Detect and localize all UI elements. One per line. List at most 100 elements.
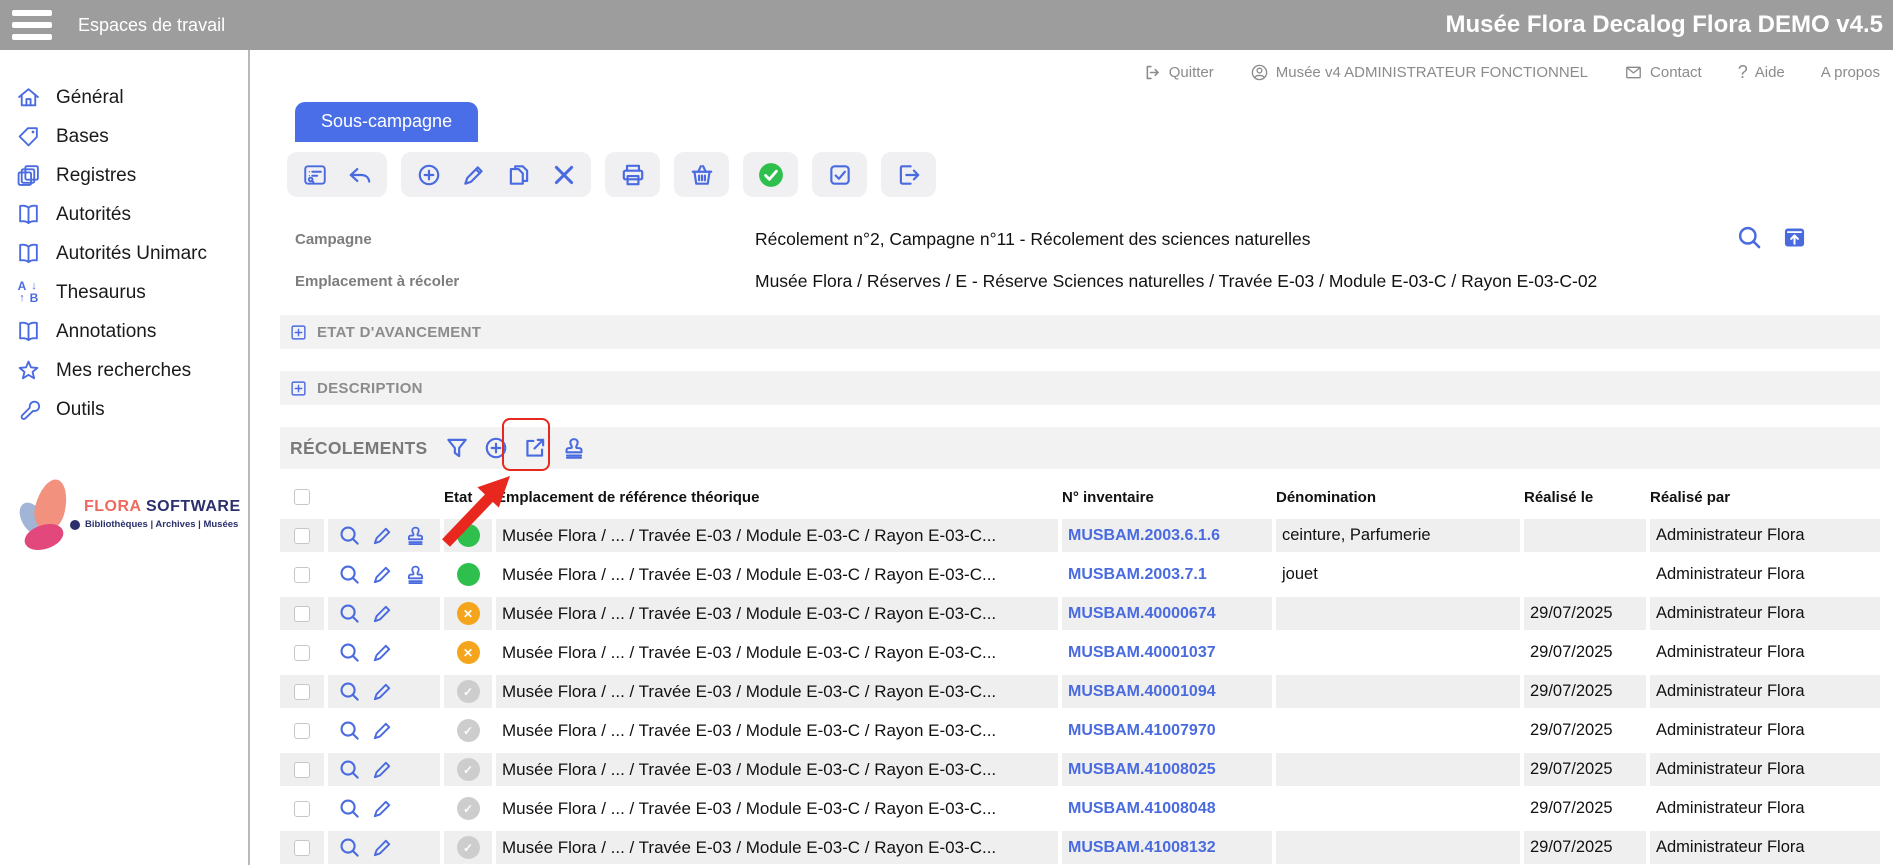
row-search-icon[interactable]: [338, 719, 361, 742]
open-window-button[interactable]: [1781, 224, 1808, 251]
emplacement-cell: Musée Flora / ... / Travée E-03 / Module…: [496, 558, 1058, 591]
table-row: ✓ Musée Flora / ... / Travée E-03 / Modu…: [280, 753, 1880, 786]
undo-button[interactable]: [346, 161, 373, 188]
table-body: Musée Flora / ... / Travée E-03 / Module…: [280, 519, 1880, 864]
open-book-icon: [16, 241, 41, 266]
emplacement-value: Musée Flora / Réserves / E - Réserve Sci…: [755, 271, 1597, 292]
sidebar-item-autorites[interactable]: Autorités: [16, 195, 248, 234]
row-search-icon[interactable]: [338, 563, 361, 586]
row-stamp-icon[interactable]: [404, 563, 427, 586]
row-search-icon[interactable]: [338, 836, 361, 859]
row-edit-icon[interactable]: [371, 602, 394, 625]
row-checkbox[interactable]: [294, 645, 310, 661]
row-stamp-icon[interactable]: [404, 524, 427, 547]
inventory-link[interactable]: MUSBAM.2003.7.1: [1068, 566, 1207, 584]
delete-button[interactable]: [550, 161, 577, 188]
sidebar-item-registres[interactable]: Registres: [16, 156, 248, 195]
row-edit-icon[interactable]: [371, 641, 394, 664]
external-link-button[interactable]: [521, 435, 548, 462]
row-checkbox[interactable]: [294, 528, 310, 544]
row-checkbox[interactable]: [294, 801, 310, 817]
validate-button[interactable]: [757, 161, 784, 188]
inventory-link[interactable]: MUSBAM.40001037: [1068, 644, 1216, 662]
inventory-link[interactable]: MUSBAM.2003.6.1.6: [1068, 527, 1220, 545]
table-row: ✓ Musée Flora / ... / Travée E-03 / Modu…: [280, 831, 1880, 864]
workspace-label: Espaces de travail: [78, 15, 225, 36]
filter-button[interactable]: [443, 435, 470, 462]
sidebar-item-bases[interactable]: Bases: [16, 117, 248, 156]
emplacement-cell: Musée Flora / ... / Travée E-03 / Module…: [496, 675, 1058, 708]
quitter-link[interactable]: Quitter: [1143, 63, 1214, 82]
status-icon: ✓: [457, 680, 480, 703]
hamburger-menu-icon[interactable]: [12, 10, 56, 40]
apropos-link[interactable]: A propos: [1821, 64, 1880, 81]
tag-icon: [16, 124, 41, 149]
user-account-link[interactable]: Musée v4 ADMINISTRATEUR FONCTIONNEL: [1250, 63, 1588, 82]
inventory-link[interactable]: MUSBAM.40001094: [1068, 683, 1216, 701]
add-recolement-button[interactable]: [482, 435, 509, 462]
table-row: ✕ Musée Flora / ... / Travée E-03 / Modu…: [280, 636, 1880, 669]
sidebar-item-mes-recherches[interactable]: Mes recherches: [16, 351, 248, 390]
row-checkbox[interactable]: [294, 840, 310, 856]
sidebar-item-thesaurus[interactable]: A↓↑B Thesaurus: [16, 273, 248, 312]
row-checkbox[interactable]: [294, 723, 310, 739]
export-button[interactable]: [895, 161, 922, 188]
recolements-title: RÉCOLEMENTS: [290, 438, 427, 459]
tab-sous-campagne[interactable]: Sous-campagne: [295, 102, 478, 142]
section-etat-avancement[interactable]: ETAT D'AVANCEMENT: [280, 315, 1880, 349]
table-header-row: Etat Emplacement de référence théorique …: [280, 481, 1880, 513]
row-edit-icon[interactable]: [371, 524, 394, 547]
row-search-icon[interactable]: [338, 797, 361, 820]
inventory-link[interactable]: MUSBAM.41008048: [1068, 800, 1216, 818]
inventory-link[interactable]: MUSBAM.40000674: [1068, 605, 1216, 623]
sidebar-item-outils[interactable]: Outils: [16, 390, 248, 429]
edit-button[interactable]: [460, 161, 487, 188]
print-button[interactable]: [619, 161, 646, 188]
app-title: Musée Flora Decalog Flora DEMO v4.5: [1446, 11, 1883, 39]
sidebar-item-annotations[interactable]: Annotations: [16, 312, 248, 351]
search-campagne-button[interactable]: [1736, 224, 1763, 251]
row-edit-icon[interactable]: [371, 563, 394, 586]
row-search-icon[interactable]: [338, 524, 361, 547]
row-search-icon[interactable]: [338, 602, 361, 625]
row-search-icon[interactable]: [338, 680, 361, 703]
row-edit-icon[interactable]: [371, 758, 394, 781]
header-realise-par: Réalisé par: [1650, 489, 1880, 506]
inventory-link[interactable]: MUSBAM.41008025: [1068, 761, 1216, 779]
table-row: ✓ Musée Flora / ... / Travée E-03 / Modu…: [280, 714, 1880, 747]
copy-button[interactable]: [505, 161, 532, 188]
row-edit-icon[interactable]: [371, 797, 394, 820]
form-search-button[interactable]: [301, 161, 328, 188]
sidebar: Général Bases Registres Autorités Autori…: [0, 50, 250, 865]
row-checkbox[interactable]: [294, 567, 310, 583]
select-all-checkbox[interactable]: [294, 489, 310, 505]
add-button[interactable]: [415, 161, 442, 188]
inventory-link[interactable]: MUSBAM.41007970: [1068, 722, 1216, 740]
row-edit-icon[interactable]: [371, 836, 394, 859]
section-description[interactable]: DESCRIPTION: [280, 371, 1880, 405]
envelope-icon: [1624, 63, 1643, 82]
row-checkbox[interactable]: [294, 684, 310, 700]
row-checkbox[interactable]: [294, 762, 310, 778]
row-checkbox[interactable]: [294, 606, 310, 622]
flora-petals-icon: [16, 477, 78, 551]
denomination-cell: [1276, 792, 1520, 825]
realise-le-cell: 29/07/2025: [1524, 792, 1646, 825]
logout-icon: [1143, 63, 1162, 82]
sidebar-item-general[interactable]: Général: [16, 78, 248, 117]
app-window: Espaces de travail Musée Flora Decalog F…: [0, 0, 1893, 865]
user-icon: [1250, 63, 1269, 82]
contact-link[interactable]: Contact: [1624, 63, 1702, 82]
basket-button[interactable]: [688, 161, 715, 188]
registers-icon: [16, 163, 41, 188]
select-checkbox-button[interactable]: [826, 161, 853, 188]
aide-link[interactable]: ? Aide: [1738, 62, 1785, 83]
stamp-button[interactable]: [560, 435, 587, 462]
status-icon: [457, 524, 480, 547]
row-edit-icon[interactable]: [371, 719, 394, 742]
row-edit-icon[interactable]: [371, 680, 394, 703]
sidebar-item-autorites-unimarc[interactable]: Autorités Unimarc: [16, 234, 248, 273]
inventory-link[interactable]: MUSBAM.41008132: [1068, 839, 1216, 857]
row-search-icon[interactable]: [338, 758, 361, 781]
row-search-icon[interactable]: [338, 641, 361, 664]
